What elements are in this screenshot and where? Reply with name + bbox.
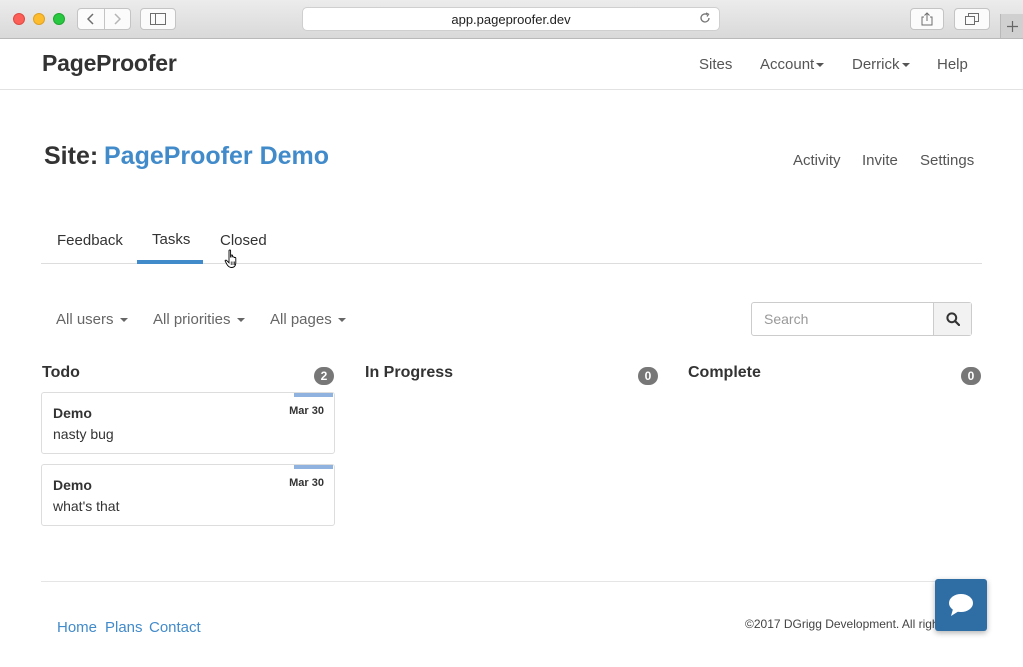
filter-users-dropdown[interactable]: All users xyxy=(56,311,128,328)
plus-icon xyxy=(1006,20,1018,32)
top-navbar: PageProofer Sites Account Derrick Help xyxy=(0,39,1023,90)
task-card[interactable]: Demo Mar 30 nasty bug xyxy=(41,392,335,454)
reload-icon[interactable] xyxy=(699,12,711,27)
browser-toolbar: app.pageproofer.dev xyxy=(0,0,1023,39)
search-input[interactable] xyxy=(752,303,933,335)
card-text: what's that xyxy=(53,498,120,514)
card-date: Mar 30 xyxy=(289,405,324,417)
footer-plans-link[interactable]: Plans xyxy=(105,619,143,636)
column-title-complete: Complete xyxy=(688,364,761,381)
minimize-window-button[interactable] xyxy=(33,13,45,25)
nav-account-dropdown[interactable]: Account xyxy=(760,56,825,73)
card-site: Demo xyxy=(53,477,92,493)
copyright-text: ©2017 DGrigg Development. All rights xyxy=(745,617,948,631)
filter-priorities-dropdown[interactable]: All priorities xyxy=(153,311,245,328)
hand-cursor-icon xyxy=(224,249,240,274)
invite-link[interactable]: Invite xyxy=(862,152,898,169)
priority-bar xyxy=(294,393,333,397)
url-text: app.pageproofer.dev xyxy=(451,11,571,27)
caret-down-icon xyxy=(901,63,910,68)
view-tabs: Feedback Tasks Closed xyxy=(41,221,982,264)
close-window-button[interactable] xyxy=(13,13,25,25)
back-button[interactable] xyxy=(78,9,104,29)
activity-link[interactable]: Activity xyxy=(793,152,841,169)
task-card[interactable]: Demo Mar 30 what's that xyxy=(41,464,335,526)
column-count-badge: 0 xyxy=(961,367,981,385)
share-button[interactable] xyxy=(910,8,944,30)
active-tab-indicator xyxy=(137,260,203,264)
card-date: Mar 30 xyxy=(289,477,324,489)
column-title-todo: Todo xyxy=(42,364,80,381)
tab-closed[interactable]: Closed xyxy=(220,232,267,249)
address-bar[interactable]: app.pageproofer.dev xyxy=(302,7,720,31)
column-count-badge: 2 xyxy=(314,367,334,385)
nav-sites[interactable]: Sites xyxy=(699,56,732,73)
footer-divider xyxy=(41,581,982,582)
column-title-in-progress: In Progress xyxy=(365,364,454,381)
priority-bar xyxy=(294,465,333,469)
brand-logo[interactable]: PageProofer xyxy=(42,50,177,77)
footer-home-link[interactable]: Home xyxy=(57,619,97,636)
caret-down-icon xyxy=(119,318,128,323)
card-site: Demo xyxy=(53,405,92,421)
chat-button[interactable] xyxy=(935,579,987,631)
search-group xyxy=(751,302,972,336)
forward-icon xyxy=(114,13,122,25)
settings-link[interactable]: Settings xyxy=(920,152,974,169)
tabs-icon xyxy=(965,13,979,25)
chat-icon xyxy=(949,594,973,616)
nav-help[interactable]: Help xyxy=(937,56,968,73)
tab-feedback[interactable]: Feedback xyxy=(57,232,123,249)
sidebar-button[interactable] xyxy=(140,8,176,30)
search-button[interactable] xyxy=(933,303,971,335)
tab-tasks[interactable]: Tasks xyxy=(152,231,190,248)
caret-down-icon xyxy=(816,63,825,68)
site-name[interactable]: PageProofer Demo xyxy=(104,142,329,171)
sidebar-icon xyxy=(150,13,166,25)
forward-button[interactable] xyxy=(103,9,130,29)
column-count-badge: 0 xyxy=(638,367,658,385)
caret-down-icon xyxy=(236,318,245,323)
zoom-window-button[interactable] xyxy=(53,13,65,25)
share-icon xyxy=(921,12,933,26)
card-text: nasty bug xyxy=(53,426,114,442)
filter-pages-dropdown[interactable]: All pages xyxy=(270,311,346,328)
history-nav xyxy=(77,8,131,30)
search-icon xyxy=(945,312,960,326)
new-tab-button[interactable] xyxy=(1000,14,1023,38)
show-tabs-button[interactable] xyxy=(954,8,990,30)
back-icon xyxy=(86,13,94,25)
nav-user-dropdown[interactable]: Derrick xyxy=(852,56,910,73)
site-label: Site: xyxy=(44,142,99,170)
footer-contact-link[interactable]: Contact xyxy=(149,619,201,636)
caret-down-icon xyxy=(337,318,346,323)
